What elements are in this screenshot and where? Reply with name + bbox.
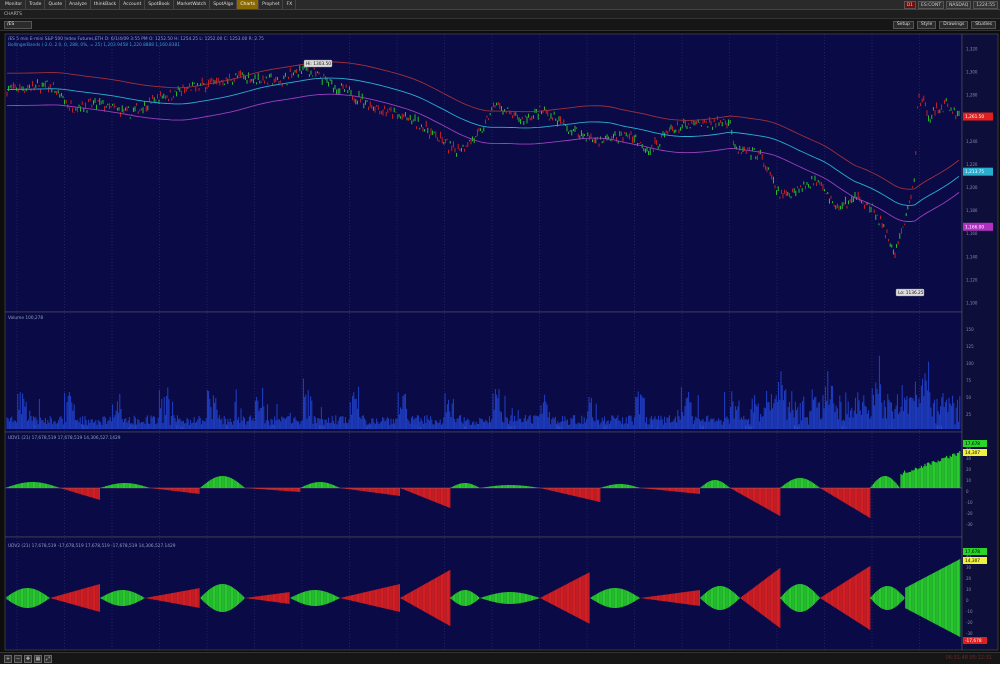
tab-spotalgo[interactable]: SpotAlgo	[210, 0, 238, 9]
price-tag-label-magenta: 1,166.00	[965, 224, 984, 230]
udv2-axis-label: -30	[966, 631, 973, 636]
volume-axis-label: 75	[966, 378, 972, 383]
volume-axis-label: 50	[966, 395, 972, 400]
price-axis-label: 1,200	[966, 185, 978, 190]
price-axis-label: 1,100	[966, 301, 978, 306]
crosshair-icon[interactable]: ✚	[24, 655, 32, 663]
top-status-d[interactable]: 1224:55	[973, 1, 998, 9]
udv1-tag-label-yellow: 14,307	[965, 450, 980, 456]
udv2-axis-label: -10	[966, 609, 973, 614]
tab-spotbook[interactable]: SpotBook	[145, 0, 174, 9]
volume-axis-label: 100	[966, 361, 974, 366]
grid-icon[interactable]: ▦	[34, 655, 42, 663]
status-time: 06:31:48 05:12:31	[945, 655, 992, 661]
chart-svg[interactable]: MonTueWedThuFriMonTueWedThuFriMonTueWedT…	[0, 31, 1000, 664]
tab-trade[interactable]: Trade	[26, 0, 46, 9]
tab-prophet[interactable]: Prophet	[259, 0, 284, 9]
tab-fx[interactable]: FX	[283, 0, 297, 9]
udv1-axis-label: 10	[966, 478, 972, 483]
tab-monitor[interactable]: Monitor	[2, 0, 27, 9]
udv1-axis-label: -30	[966, 522, 973, 527]
volume-axis-label: 25	[966, 412, 972, 417]
window-margin	[0, 664, 1000, 676]
udv1-axis-label: -20	[966, 511, 973, 516]
lo-label: Lo: 1136.25	[898, 290, 924, 296]
price-axis-label: 1,140	[966, 254, 978, 259]
price-axis-label: 1,160	[966, 231, 978, 236]
top-status-a[interactable]: D1	[903, 1, 917, 9]
price-axis-label: 1,120	[966, 277, 978, 282]
udv2-axis-label: 20	[966, 576, 972, 581]
top-right-status: D1 ES:CONT NASDAQ 1224:55	[903, 1, 998, 9]
expand-icon[interactable]: ⤢	[44, 655, 52, 663]
volume-label: Volume 100,278	[8, 315, 43, 321]
hi-label: Hi: 1303.50	[306, 61, 331, 67]
zoom-in-icon[interactable]: +	[4, 655, 12, 663]
price-tag-label-red: 1,261.50	[965, 114, 984, 120]
setup-button[interactable]: Setup	[892, 21, 914, 29]
price-axis-label: 1,300	[966, 70, 978, 75]
udv1-tag-label-green: 17,678	[965, 441, 980, 447]
udv2-label: UDV2 (21) 17,678,519 -17,678,519 17,678,…	[8, 543, 176, 549]
top-tab-bar: Monitor Trade Quote Analyze thinkBack Account…	[0, 0, 1000, 10]
udv1-label: UDV1 (21) 17,678,519 17,678,519 14,306,5…	[8, 435, 121, 441]
udv2-tag-label-green: 17,678	[965, 549, 980, 555]
price-axis-label: 1,220	[966, 162, 978, 167]
tab-charts[interactable]: Charts	[237, 0, 260, 9]
udv1-panel	[4, 431, 963, 538]
price-axis-label: 1,240	[966, 139, 978, 144]
drawings-button[interactable]: Drawings	[939, 21, 969, 29]
studies-button[interactable]: Studies	[971, 21, 996, 29]
tab-account[interactable]: Account	[120, 0, 146, 9]
price-panel	[4, 33, 963, 313]
chart-area[interactable]: MonTueWedThuFriMonTueWedThuFriMonTueWedT…	[0, 31, 1000, 664]
style-button[interactable]: Style	[916, 21, 937, 29]
udv1-axis-label: 30	[966, 456, 972, 461]
toolbar-buttons: Setup Style Drawings Studies	[892, 21, 996, 29]
zoom-out-icon[interactable]: −	[14, 655, 22, 663]
price-axis-label: 1,320	[966, 47, 978, 52]
udv2-tag-label-red: -17,678	[965, 638, 982, 644]
price-axis-label: 1,180	[966, 208, 978, 213]
udv1-axis-label: 20	[966, 467, 972, 472]
symbol-input[interactable]: /ES	[4, 21, 32, 29]
udv2-panel	[4, 536, 963, 651]
tab-thinkback[interactable]: thinkBack	[91, 0, 121, 9]
bb-label: BollingerBands (-2.0, 2.0, 0, 288, 0%, =…	[8, 42, 180, 48]
price-tag-label-cyan: 1,213.75	[965, 169, 984, 175]
top-status-b[interactable]: ES:CONT	[918, 1, 945, 9]
charts-header: CHARTS	[0, 10, 1000, 19]
tab-analyze[interactable]: Analyze	[66, 0, 91, 9]
tab-quote[interactable]: Quote	[45, 0, 67, 9]
udv2-axis-label: 10	[966, 587, 972, 592]
udv2-tag-label-yellow: 14,307	[965, 558, 980, 564]
price-header: /ES 5 min E-mini S&P 500 Index Futures,E…	[8, 36, 264, 42]
tab-marketwatch[interactable]: MarketWatch	[174, 0, 211, 9]
charts-title: CHARTS	[4, 12, 23, 17]
volume-axis-label: 150	[966, 327, 974, 332]
volume-axis-label: 125	[966, 344, 974, 349]
top-status-c[interactable]: NASDAQ	[946, 1, 972, 9]
status-bar: + − ✚ ▦ ⤢ 06:31:48 05:12:31	[0, 652, 1000, 664]
udv2-axis-label: -20	[966, 620, 973, 625]
udv2-axis-label: 30	[966, 565, 972, 570]
price-axis-label: 1,280	[966, 93, 978, 98]
udv1-axis-label: -10	[966, 500, 973, 505]
chart-toolbar: /ES Setup Style Drawings Studies	[0, 19, 1000, 31]
